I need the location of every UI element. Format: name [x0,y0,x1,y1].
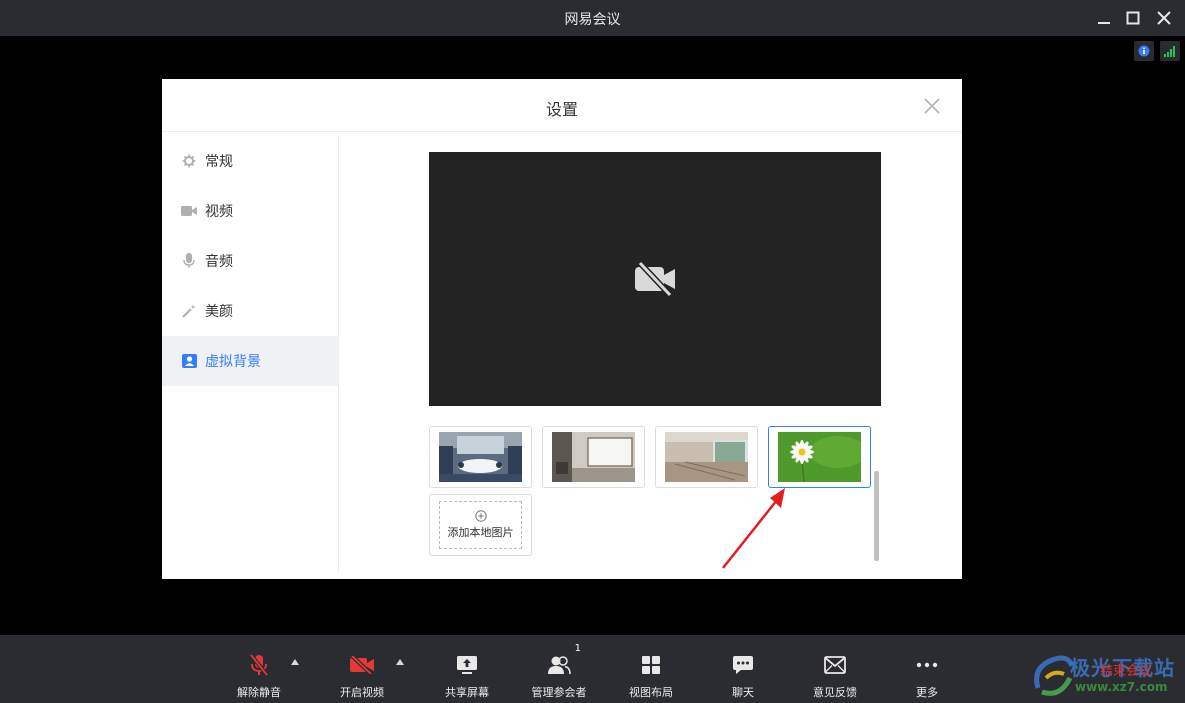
portrait-icon [181,353,197,369]
camera-off-icon [635,261,675,297]
meeting-window: 网易会议 设置 常规 视频 音频 美颜 虚拟背景 添加本地图片 解除静音 开启视… [0,0,1185,703]
add-local-image-button[interactable]: 添加本地图片 [429,494,532,556]
settings-sidebar: 常规 视频 音频 美颜 虚拟背景 [162,136,339,572]
sidebar-item-video[interactable]: 视频 [162,186,338,236]
start-video-button[interactable]: 开启视频 [331,635,393,703]
manage-participants-button[interactable]: 1 管理参会者 [528,635,590,703]
toolbar-label: 更多 [916,686,938,699]
meeting-room-image [439,432,522,482]
sidebar-item-virtual-background[interactable]: 虚拟背景 [162,336,338,386]
add-local-image-dropzone: 添加本地图片 [439,501,522,549]
settings-dialog: 设置 常规 视频 音频 美颜 虚拟背景 添加本地图片 [162,79,962,579]
share-screen-button[interactable]: 共享屏幕 [436,635,498,703]
background-option-meeting-room[interactable] [429,426,532,488]
background-option-office[interactable] [542,426,645,488]
video-options-caret[interactable] [396,659,404,665]
dialog-close-button[interactable] [922,96,942,116]
sidebar-item-general[interactable]: 常规 [162,136,338,186]
network-status-button[interactable] [1160,41,1180,61]
close-icon [1157,11,1171,25]
toolbar-label: 解除静音 [237,686,281,699]
camera-off-icon [349,651,375,679]
view-layout-button[interactable]: 视图布局 [620,635,682,703]
dialog-title: 设置 [545,100,578,119]
sidebar-item-label: 虚拟背景 [205,354,261,370]
chat-icon [732,651,754,679]
background-option-classroom[interactable] [655,426,758,488]
meeting-info-button[interactable] [1134,41,1154,61]
info-icon [1138,45,1150,57]
more-button[interactable]: 更多 [896,635,958,703]
sidebar-item-label: 美颜 [205,304,233,320]
maximize-icon [1126,11,1140,25]
meeting-toolbar: 解除静音 开启视频 共享屏幕 1 管理参会者 视图布局 聊天 意见反馈 更多 [0,635,1185,703]
maximize-button[interactable] [1121,6,1145,30]
share-screen-icon [456,651,478,679]
audio-options-caret[interactable] [291,659,299,665]
toolbar-label: 管理参会者 [531,686,587,699]
microphone-icon [181,253,197,269]
close-icon [924,98,940,114]
camera-icon [181,203,197,219]
toolbar-label: 共享屏幕 [445,686,489,699]
video-preview [429,152,881,406]
toolbar-label: 开启视频 [340,686,384,699]
minimize-button[interactable] [1092,6,1116,30]
title-bar: 网易会议 [0,0,1185,36]
background-option-daisy[interactable] [768,426,871,488]
toolbar-label: 聊天 [732,686,754,699]
mail-icon [824,651,846,679]
participants-icon: 1 [547,643,581,679]
toolbar-label: 意见反馈 [813,686,857,699]
sidebar-item-beauty[interactable]: 美颜 [162,286,338,336]
sidebar-item-label: 音频 [205,254,233,270]
annotation-arrow-icon [722,488,785,569]
microphone-muted-icon [250,651,268,679]
toolbar-label: 视图布局 [629,686,673,699]
watermark-url: www.xz7.com [1075,680,1168,694]
sidebar-item-label: 视频 [205,204,233,220]
grid-layout-icon [641,651,661,679]
signal-icon [1164,46,1175,57]
classroom-image [665,432,748,482]
sidebar-item-label: 常规 [205,154,233,170]
chat-button[interactable]: 聊天 [712,635,774,703]
window-title: 网易会议 [564,12,621,28]
sidebar-item-audio[interactable]: 音频 [162,236,338,286]
close-window-button[interactable] [1152,6,1176,30]
feedback-button[interactable]: 意见反馈 [804,635,866,703]
unmute-button[interactable]: 解除静音 [228,635,290,703]
add-local-image-label: 添加本地图片 [447,526,514,539]
daisy-image [778,432,861,482]
magic-wand-icon [181,303,197,319]
office-whiteboard-image [552,432,635,482]
gear-icon [181,153,197,169]
background-list-scrollbar[interactable] [874,471,879,561]
minimize-icon [1098,22,1110,24]
participant-count-badge: 1 [574,643,581,654]
end-meeting-button[interactable]: 结束会议 [1100,660,1152,679]
plus-circle-icon [474,510,487,522]
dialog-header: 设置 [162,79,962,132]
more-icon [916,651,938,679]
